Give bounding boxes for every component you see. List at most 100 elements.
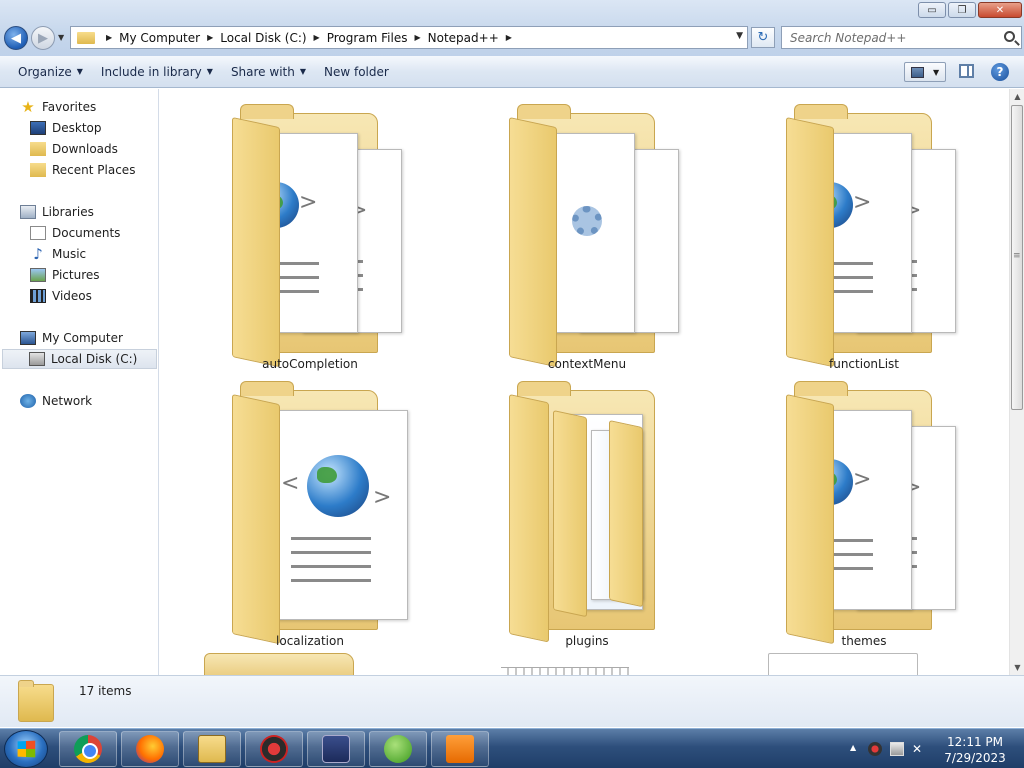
folder-item[interactable]: > > themes (764, 372, 964, 648)
new-folder-button[interactable]: New folder (315, 56, 398, 87)
sidebar-item-label: Desktop (52, 121, 102, 135)
include-in-library-label: Include in library (100, 64, 202, 79)
forward-button[interactable]: ▶ (31, 26, 55, 50)
chevron-down-icon: ▼ (299, 67, 306, 76)
recent-places-icon (30, 163, 46, 177)
downloads-folder-icon (30, 142, 46, 156)
chevron-right-icon[interactable]: ▶ (207, 33, 213, 42)
address-dropdown-icon[interactable]: ▼ (736, 31, 743, 41)
preview-pane-icon[interactable] (959, 64, 974, 78)
breadcrumb-local-disk[interactable]: Local Disk (C:) (220, 31, 306, 45)
breadcrumb-program-files[interactable]: Program Files (327, 31, 408, 45)
taskbar: ▲ ✕ 12:11 PM 7/29/2023 (0, 728, 1024, 768)
chevron-right-icon[interactable]: ▶ (314, 33, 320, 42)
chevron-right-icon[interactable]: ▶ (106, 33, 112, 42)
volume-muted-icon[interactable]: ✕ (912, 742, 926, 756)
sidebar-item-label: Downloads (52, 142, 118, 156)
folder-item[interactable]: contextMenu (487, 95, 687, 371)
folder-name: localization (276, 634, 344, 648)
scroll-down-icon[interactable]: ▼ (1010, 660, 1024, 675)
system-tray: ▲ ✕ 12:11 PM 7/29/2023 (834, 729, 1024, 768)
scroll-thumb[interactable] (1011, 105, 1023, 410)
restore-button[interactable]: ❐ (948, 2, 976, 18)
title-bar: ▭ ❐ ✕ ◀ ▶ ▼ ▶ My Computer ▶ Local Disk (… (0, 0, 1024, 56)
sidebar-item-libraries[interactable]: Libraries (20, 202, 94, 222)
sidebar-item-desktop[interactable]: Desktop (30, 118, 102, 138)
change-view-button[interactable]: ▼ (904, 62, 946, 82)
chevron-right-icon[interactable]: ▶ (506, 33, 512, 42)
taskbar-app-red[interactable] (245, 731, 303, 767)
network-icon (20, 394, 36, 408)
taskbar-app-pdf[interactable] (431, 731, 489, 767)
app-red-icon (260, 735, 288, 763)
taskbar-app-firefox[interactable] (121, 731, 179, 767)
close-button[interactable]: ✕ (978, 2, 1022, 18)
minimize-button[interactable]: ▭ (918, 2, 946, 18)
show-hidden-icons-icon[interactable]: ▲ (850, 743, 856, 752)
web-document-folder-icon: > > (786, 103, 962, 368)
folder-item[interactable] (204, 649, 410, 675)
back-button[interactable]: ◀ (4, 26, 28, 50)
item-count: 17 items (79, 684, 132, 698)
videos-icon (30, 289, 46, 303)
folder-item[interactable]: > > functionList (764, 95, 964, 371)
address-bar[interactable]: ▶ My Computer ▶ Local Disk (C:) ▶ Progra… (70, 26, 748, 49)
organize-button[interactable]: Organize ▼ (0, 56, 92, 87)
utorrent-icon (384, 735, 412, 763)
hard-disk-icon (29, 352, 45, 366)
breadcrumb: ▶ My Computer ▶ Local Disk (C:) ▶ Progra… (99, 31, 519, 45)
taskbar-app-blue[interactable] (307, 731, 365, 767)
tray-app-icon[interactable] (868, 742, 882, 756)
sidebar-item-label: Recent Places (52, 163, 136, 177)
folder-item[interactable]: > > autoCompletion (210, 95, 410, 371)
file-item[interactable] (487, 649, 687, 675)
folder-name: autoCompletion (262, 357, 358, 371)
document-icon (501, 667, 629, 675)
window-controls: ▭ ❐ ✕ (916, 2, 1022, 18)
sidebar-item-music[interactable]: ♪ Music (30, 244, 86, 264)
search-input[interactable] (790, 30, 1000, 45)
share-with-button[interactable]: Share with ▼ (222, 56, 315, 87)
search-icon[interactable] (1004, 31, 1015, 42)
clock[interactable]: 12:11 PM 7/29/2023 (941, 734, 1009, 766)
folder-icon (509, 380, 685, 643)
scroll-up-icon[interactable]: ▲ (1010, 89, 1024, 104)
taskbar-app-utorrent[interactable] (369, 731, 427, 767)
folder-item[interactable]: plugins (487, 372, 687, 648)
sidebar-item-recent-places[interactable]: Recent Places (30, 160, 135, 180)
sidebar-item-network[interactable]: Network (20, 391, 92, 411)
organize-label: Organize (18, 64, 72, 79)
folder-name: functionList (829, 357, 899, 371)
include-in-library-button[interactable]: Include in library ▼ (92, 56, 222, 87)
folder-item[interactable]: < > localization (210, 372, 410, 648)
folder-name: themes (841, 634, 887, 648)
breadcrumb-my-computer[interactable]: My Computer (119, 31, 200, 45)
folder-icon (77, 31, 95, 44)
start-button[interactable] (4, 730, 48, 768)
folder-icon (18, 680, 54, 722)
breadcrumb-notepadpp[interactable]: Notepad++ (428, 31, 499, 45)
view-icon (911, 66, 924, 78)
sidebar-item-local-disk[interactable]: Local Disk (C:) (2, 349, 157, 369)
network-status-icon[interactable] (890, 742, 904, 756)
chevron-down-icon[interactable]: ▼ (933, 68, 939, 77)
help-button[interactable]: ? (991, 63, 1009, 81)
navigation-pane: ★ Favorites Desktop Downloads Recent Pla… (0, 89, 159, 675)
sidebar-item-documents[interactable]: Documents (30, 223, 120, 243)
sidebar-item-downloads[interactable]: Downloads (30, 139, 118, 159)
vertical-scrollbar[interactable]: ▲ ▼ (1009, 89, 1024, 675)
file-item[interactable] (764, 649, 964, 675)
sidebar-item-label: Libraries (42, 205, 94, 219)
search-box[interactable] (781, 26, 1022, 49)
sidebar-item-favorites[interactable]: ★ Favorites (20, 97, 96, 117)
sidebar-item-videos[interactable]: Videos (30, 286, 92, 306)
refresh-button[interactable]: ↻ (751, 27, 775, 48)
taskbar-app-chrome[interactable] (59, 731, 117, 767)
sidebar-item-label: Music (52, 247, 87, 261)
desktop-icon (30, 121, 46, 135)
taskbar-app-explorer[interactable] (183, 731, 241, 767)
chevron-right-icon[interactable]: ▶ (414, 33, 420, 42)
sidebar-item-pictures[interactable]: Pictures (30, 265, 100, 285)
sidebar-item-my-computer[interactable]: My Computer (20, 328, 123, 348)
recent-pages-dropdown[interactable]: ▼ (58, 33, 64, 42)
